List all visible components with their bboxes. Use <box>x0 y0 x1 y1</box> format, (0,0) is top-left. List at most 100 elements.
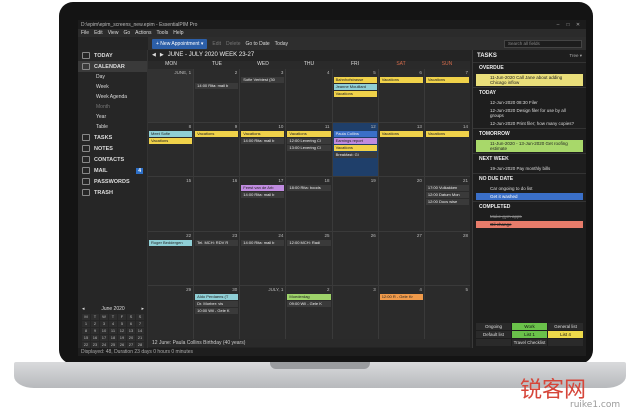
mini-date[interactable]: 16 <box>91 335 99 341</box>
day-cell[interactable]: 25 12:00 MCH: Radi <box>286 231 332 285</box>
mini-date[interactable]: 12 <box>118 328 126 334</box>
view-month[interactable]: Month <box>78 102 147 112</box>
event-item[interactable]: Vacations <box>149 138 193 145</box>
event-item[interactable]: 14:00 Rita: mail b <box>241 138 285 145</box>
sidebar-item-notes[interactable]: NOTES <box>78 143 147 154</box>
menu-tools[interactable]: Tools <box>157 30 169 36</box>
day-cell[interactable]: 13 Vacations <box>378 123 424 177</box>
event-item[interactable]: 12:00 R - Gele Kr <box>379 293 423 300</box>
event-item[interactable]: 14:00 Rita: mail b <box>241 239 285 246</box>
event-item[interactable]: Feest van de Arb <box>241 185 285 192</box>
day-cell[interactable]: 2 14:00 Rita: mail b <box>194 69 240 123</box>
day-cell[interactable]: 21 17:00 Vulkakken 12:00 Datum Mon 12:00 Do… <box>424 177 470 231</box>
mini-next-icon[interactable]: ▸ <box>141 306 144 312</box>
day-cell[interactable]: 6 Vacations <box>378 69 424 123</box>
mini-date[interactable]: 5 <box>118 321 126 327</box>
mini-date[interactable]: 10 <box>100 328 108 334</box>
view-week[interactable]: Week <box>78 82 147 92</box>
event-item[interactable]: Sofie Verbiest (30 <box>241 77 285 83</box>
sidebar-item-trash[interactable]: TRASH <box>78 187 147 198</box>
prev-icon[interactable]: ◀ <box>152 52 156 58</box>
task-item[interactable]: Car ongoing to do list <box>476 185 583 192</box>
task-list-tab[interactable] <box>476 339 511 346</box>
day-cell[interactable]: 8 Meet Sofie Vacations <box>148 123 194 177</box>
event-item[interactable]: Paula Collins <box>333 131 377 138</box>
task-section-header[interactable]: NO DUE DATE <box>473 173 586 184</box>
minimize-icon[interactable]: – <box>553 22 563 28</box>
day-cell[interactable]: 29 <box>148 285 194 339</box>
mini-date[interactable]: 15 <box>82 335 90 341</box>
task-item[interactable]: 12-Jun-2020 Print filer; how many copies… <box>476 120 583 127</box>
event-item[interactable]: 12:00 Datum Mon <box>425 192 469 199</box>
sidebar-item-passwords[interactable]: PASSWORDS <box>78 176 147 187</box>
event-item[interactable]: Dr. Morber: vis <box>195 300 239 307</box>
task-item[interactable]: Get it washed <box>476 193 583 200</box>
task-section-header[interactable]: OVERDUE <box>473 62 586 73</box>
event-item[interactable]: 12:00 MCH: Radi <box>287 239 331 246</box>
day-cell[interactable]: 28 <box>424 231 470 285</box>
day-cell[interactable]: 20 <box>378 177 424 231</box>
day-cell[interactable]: 10 Vacations 14:00 Rita: mail b <box>240 123 286 177</box>
day-cell[interactable]: 30 Aldo Perdaens (T Dr. Morber: vis 10:00 W… <box>194 285 240 339</box>
day-cell[interactable]: 11 Vacations 12:00 Levering Cl 13:00 Leveri… <box>286 123 332 177</box>
day-cell[interactable]: 22 Roger Beddergen <box>148 231 194 285</box>
event-item[interactable]: Vacations <box>195 131 239 138</box>
mini-prev-icon[interactable]: ◂ <box>82 306 85 312</box>
event-item[interactable]: 18:00 Rita: boods <box>287 185 331 192</box>
task-item[interactable]: 12-Jun-2020 08:30 Filer <box>476 99 583 106</box>
day-cell[interactable]: 17 Feest van de Arb 14:00 Rita: mail b <box>240 177 286 231</box>
event-item[interactable]: Vacations <box>241 131 285 138</box>
day-cell[interactable]: 15 <box>148 177 194 231</box>
sidebar-item-contacts[interactable]: CONTACTS <box>78 154 147 165</box>
day-cell[interactable]: 16 <box>194 177 240 231</box>
task-item[interactable]: 12-Jun-2020 Design filer for use by all … <box>476 107 583 119</box>
task-item[interactable]: 11-Jun-2020 Call Jane about adding Chica… <box>476 74 583 86</box>
menu-file[interactable]: File <box>81 30 89 36</box>
task-item[interactable]: 19-Jun-2020 Pay monthly bills <box>476 165 583 172</box>
day-cell[interactable]: 4 12:00 R - Gele Kr <box>378 285 424 339</box>
event-item[interactable]: Vacations <box>333 145 377 152</box>
event-item[interactable]: Jeanne Mouillard <box>333 84 377 90</box>
day-cell[interactable]: 2 Moederdag 09:00 Wil - Gele K <box>286 285 332 339</box>
mini-date[interactable]: 3 <box>100 321 108 327</box>
event-item[interactable]: 17:00 Vulkakken <box>425 185 469 192</box>
day-cell[interactable]: JUNE, 1 <box>148 69 194 123</box>
event-item[interactable]: Tel. MCH: RDV R <box>195 239 239 246</box>
mini-date[interactable]: 1 <box>82 321 90 327</box>
view-table[interactable]: Table <box>78 122 147 132</box>
sidebar-item-calendar[interactable]: CALENDAR <box>78 61 147 72</box>
event-item[interactable]: 14:00 Rita: mail b <box>195 83 239 89</box>
event-item[interactable]: 09:00 Wil - Gele K <box>287 300 331 307</box>
edit-button[interactable]: Edit <box>212 41 221 47</box>
mini-date[interactable]: 14 <box>136 328 144 334</box>
mini-date[interactable]: 8 <box>82 328 90 334</box>
event-item[interactable]: 13:00 Levering Cl <box>287 145 331 152</box>
event-item[interactable]: 14:00 Rita: mail b <box>241 192 285 199</box>
menu-actions[interactable]: Actions <box>135 30 151 36</box>
mini-date[interactable]: 2 <box>91 321 99 327</box>
day-cell[interactable]: 5 <box>424 285 470 339</box>
mini-date[interactable]: 11 <box>109 328 117 334</box>
day-cell[interactable]: 5 Bahnhofstrasse Jeanne Mouillard Vacations <box>332 69 378 123</box>
task-list-tab[interactable]: Work <box>512 323 547 330</box>
mini-date[interactable]: 19 <box>118 335 126 341</box>
today-button[interactable]: Today <box>275 41 288 47</box>
mini-date[interactable]: 9 <box>91 328 99 334</box>
menu-edit[interactable]: Edit <box>94 30 103 36</box>
delete-button[interactable]: Delete <box>226 41 240 47</box>
task-item[interactable]: Make gym appt. <box>476 213 583 220</box>
day-cell[interactable]: 26 <box>332 231 378 285</box>
event-item[interactable]: Moederdag <box>287 293 331 300</box>
task-list-tab[interactable]: List 1 <box>512 331 547 338</box>
event-item[interactable]: Meet Sofie <box>149 131 193 138</box>
event-item[interactable]: Vacations <box>333 91 377 97</box>
day-cell[interactable]: JULY, 1 <box>240 285 286 339</box>
day-cell[interactable]: 7 Vacations <box>424 69 470 123</box>
mini-date[interactable]: 13 <box>127 328 135 334</box>
day-cell[interactable]: 18 18:00 Rita: boods <box>286 177 332 231</box>
view-week-agenda[interactable]: Week Agenda <box>78 92 147 102</box>
maximize-icon[interactable]: □ <box>563 22 573 28</box>
task-list-tab[interactable] <box>548 339 583 346</box>
tree-dropdown[interactable]: Tree ▾ <box>569 53 582 59</box>
task-section-header[interactable]: COMPLETED <box>473 201 586 212</box>
